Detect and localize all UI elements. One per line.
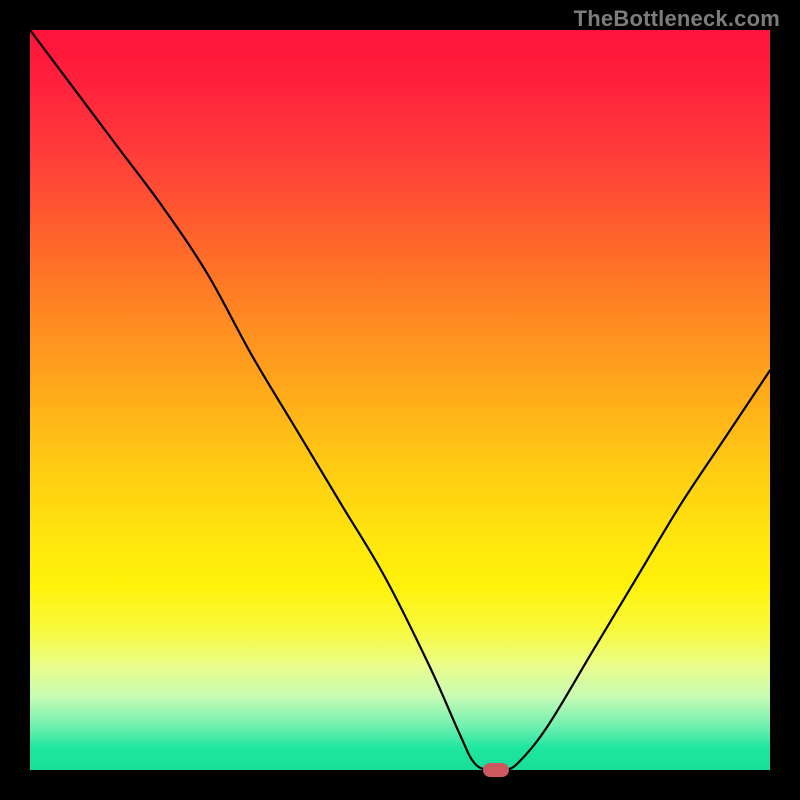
optimum-marker xyxy=(483,763,509,777)
bottleneck-curve xyxy=(30,30,770,771)
watermark-text: TheBottleneck.com xyxy=(574,6,780,32)
curve-svg xyxy=(30,30,770,770)
plot-area xyxy=(30,30,770,770)
chart-stage: TheBottleneck.com xyxy=(0,0,800,800)
